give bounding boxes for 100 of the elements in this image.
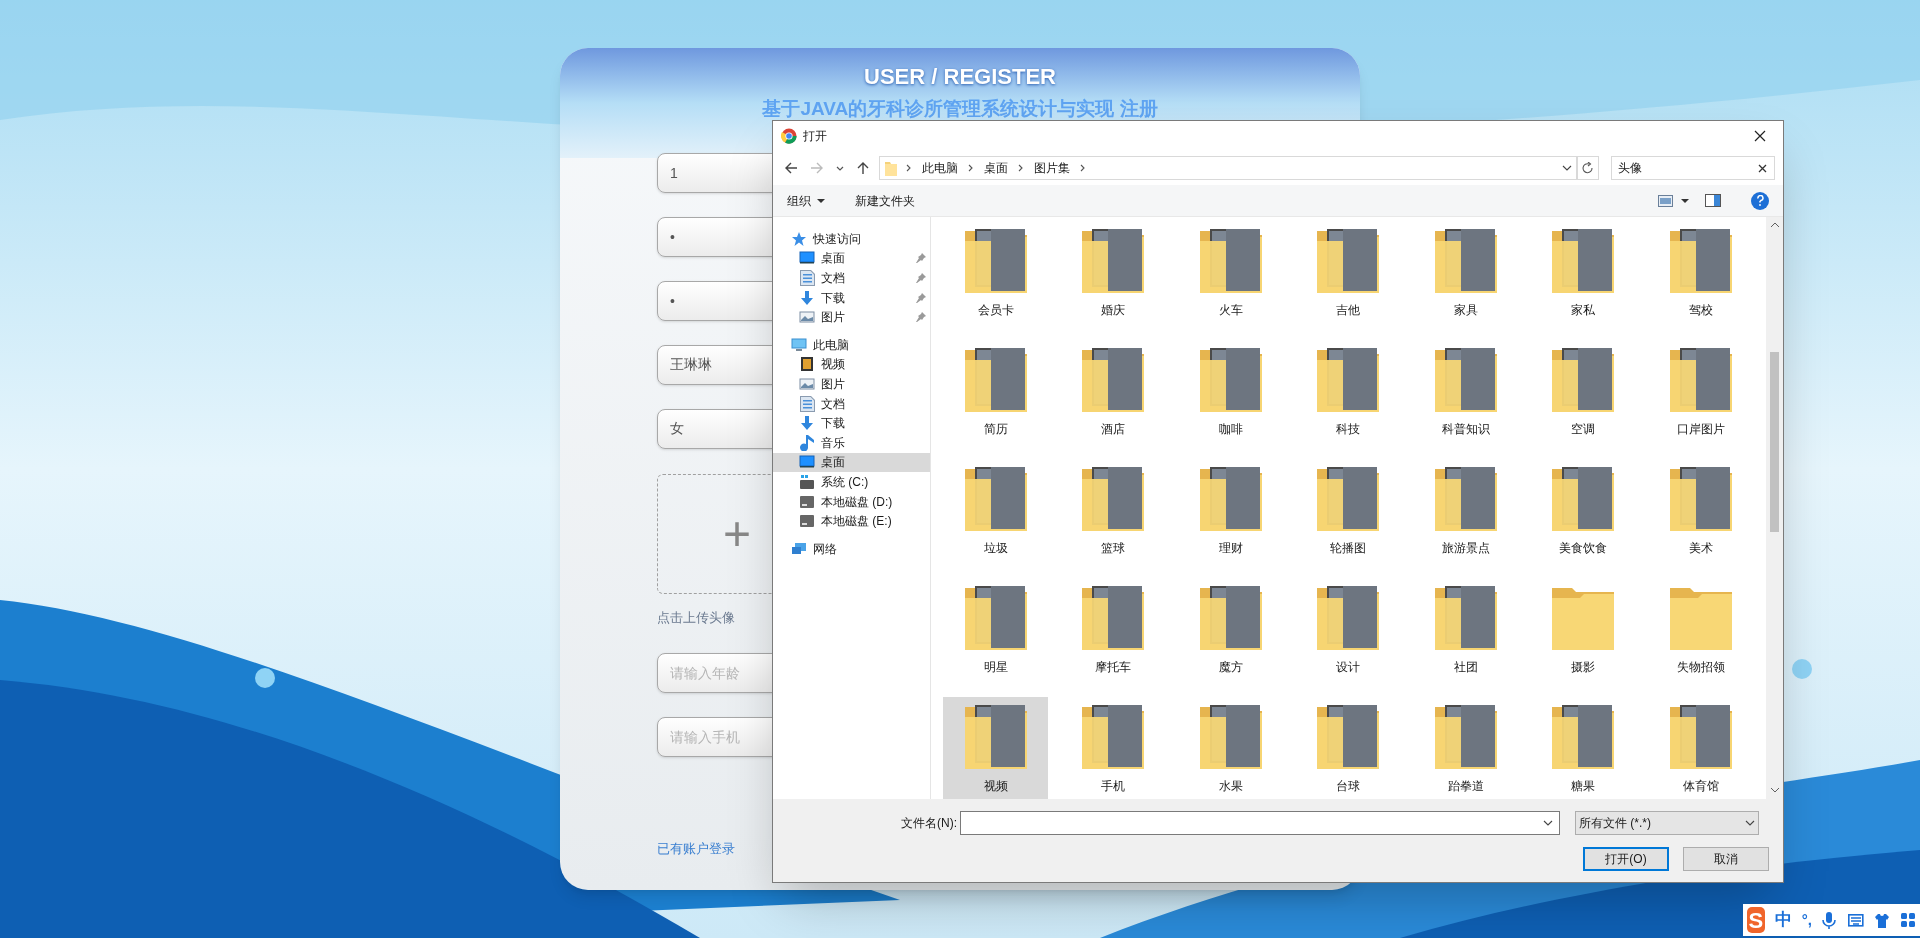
toolbox-button[interactable] [1900,911,1916,929]
folder-item[interactable]: 失物招领 [1648,578,1754,694]
monitor-icon [799,250,815,267]
arrow-up-icon [856,161,870,175]
nav-item[interactable]: 视频 [773,354,930,375]
caret-icon [817,198,825,203]
folder-item[interactable]: 理财 [1178,459,1284,575]
film-icon [799,356,815,373]
nav-item[interactable]: 下载 [773,413,930,433]
folder-item[interactable]: 美术 [1648,459,1754,575]
new-folder-button[interactable]: 新建文件夹 [855,191,915,210]
dialog-button[interactable]: 取消 [1683,847,1769,871]
nav-item[interactable]: 文档 [773,268,930,288]
browser-logo-icon [781,128,797,144]
drive-icon [799,473,815,490]
dialog-button[interactable]: 打开(O) [1583,847,1669,871]
shirt-icon [1874,911,1890,929]
nav-item[interactable]: 桌面 [773,452,930,473]
nav-item[interactable]: 文档 [773,393,930,414]
folder-item[interactable]: 垃圾 [943,459,1048,575]
document-icon [799,270,815,286]
nav-item[interactable]: 图片 [773,307,930,327]
filename-label: 文件名(N): [901,815,957,832]
voice-button[interactable] [1822,911,1838,929]
grid-icon [1900,911,1916,929]
skin-button[interactable] [1874,911,1890,929]
chevron-right-icon [968,164,974,172]
preview-pane-button[interactable] [1705,194,1721,207]
folder-item[interactable]: 科普知识 [1413,340,1519,456]
picture-icon [799,309,815,326]
keyboard-icon [1848,911,1864,929]
folder-item[interactable]: 婚庆 [1060,221,1166,337]
folder-item[interactable]: 简历 [943,340,1048,456]
punctuation-button[interactable]: °, [1801,908,1812,932]
folder-item[interactable]: 口岸图片 [1648,340,1754,456]
nav-item[interactable]: 桌面 [773,248,930,269]
folder-item[interactable]: 社团 [1413,578,1519,694]
upload-caption: 点击上传头像 [657,609,736,626]
view-icon [1658,194,1673,207]
chevron-right-icon [906,164,912,172]
folder-item[interactable]: 美食饮食 [1530,459,1636,575]
folder-item[interactable]: 设计 [1295,578,1401,694]
folder-item[interactable]: 魔方 [1178,578,1284,694]
folder-item[interactable]: 吉他 [1295,221,1401,337]
folder-item[interactable]: 空调 [1530,340,1636,456]
folder-item[interactable]: 明星 [943,578,1048,694]
nav-item[interactable]: 下载 [773,287,930,308]
folder-item[interactable]: 视频 [943,697,1048,799]
down-arrow-icon [799,289,815,306]
nav-item[interactable]: 图片 [773,374,930,394]
folder-item[interactable]: 科技 [1295,340,1401,456]
chevron-right-icon [1018,164,1024,172]
dialog-title: 打开 [803,128,827,145]
caret-icon [1681,198,1689,203]
folder-item[interactable]: 驾校 [1648,221,1754,337]
arrow-left-icon [784,161,798,175]
chevron-down-icon [1562,165,1572,171]
help-button[interactable] [1751,191,1769,210]
login-link[interactable]: 已有账户登录 [657,839,735,859]
network-icon [791,540,807,557]
folder-item[interactable]: 会员卡 [943,221,1048,337]
folder-item[interactable]: 篮球 [1060,459,1166,575]
scrollbar-thumb[interactable] [1770,352,1779,532]
down-arrow-icon [799,415,815,432]
preview-pane-icon [1705,194,1721,207]
folder-item[interactable]: 旅游景点 [1413,459,1519,575]
folder-item[interactable]: 摩托车 [1060,578,1166,694]
folder-item[interactable]: 火车 [1178,221,1284,337]
filename-field[interactable] [960,811,1560,835]
search-field[interactable]: 头像 [1611,156,1775,180]
breadcrumb-item[interactable]: 此电脑 [920,159,960,177]
scroll-down-icon [1770,788,1779,793]
folder-item[interactable]: 摄影 [1530,578,1636,694]
breadcrumb-item[interactable]: 桌面 [982,159,1010,177]
star-icon [791,230,807,247]
scroll-up-icon [1770,223,1779,228]
drive-icon [799,493,815,510]
monitor-icon [799,454,815,471]
refresh-button[interactable] [1577,156,1599,180]
folder-item[interactable]: 轮播图 [1295,459,1401,575]
organize-button[interactable]: 组织 [787,191,825,210]
close-icon [1754,130,1766,142]
register-subtitle: 基于JAVA的牙科诊所管理系统设计与实现 注册 [762,97,1158,121]
file-type-dropdown[interactable]: 所有文件 (*.*) [1575,811,1759,835]
breadcrumb-item[interactable]: 图片集 [1032,159,1072,177]
microphone-icon [1822,911,1838,929]
folder-item[interactable]: 酒店 [1060,340,1166,456]
folder-item[interactable]: 家私 [1530,221,1636,337]
view-button[interactable] [1658,194,1689,207]
help-icon [1755,195,1765,206]
chevron-down-icon [1543,820,1553,826]
nav-item[interactable]: 快速访问 [773,229,930,249]
language-mode-button[interactable]: 中 [1774,907,1792,933]
folder-item[interactable]: 家具 [1413,221,1519,337]
folder-item[interactable]: 咖啡 [1178,340,1284,456]
address-bar[interactable]: 此电脑 桌面 图片集 [879,156,1577,180]
keyboard-button[interactable] [1848,911,1864,929]
nav-item[interactable]: 音乐 [773,432,930,453]
chevron-down-icon [1745,820,1755,826]
nav-item[interactable]: 此电脑 [773,334,930,355]
